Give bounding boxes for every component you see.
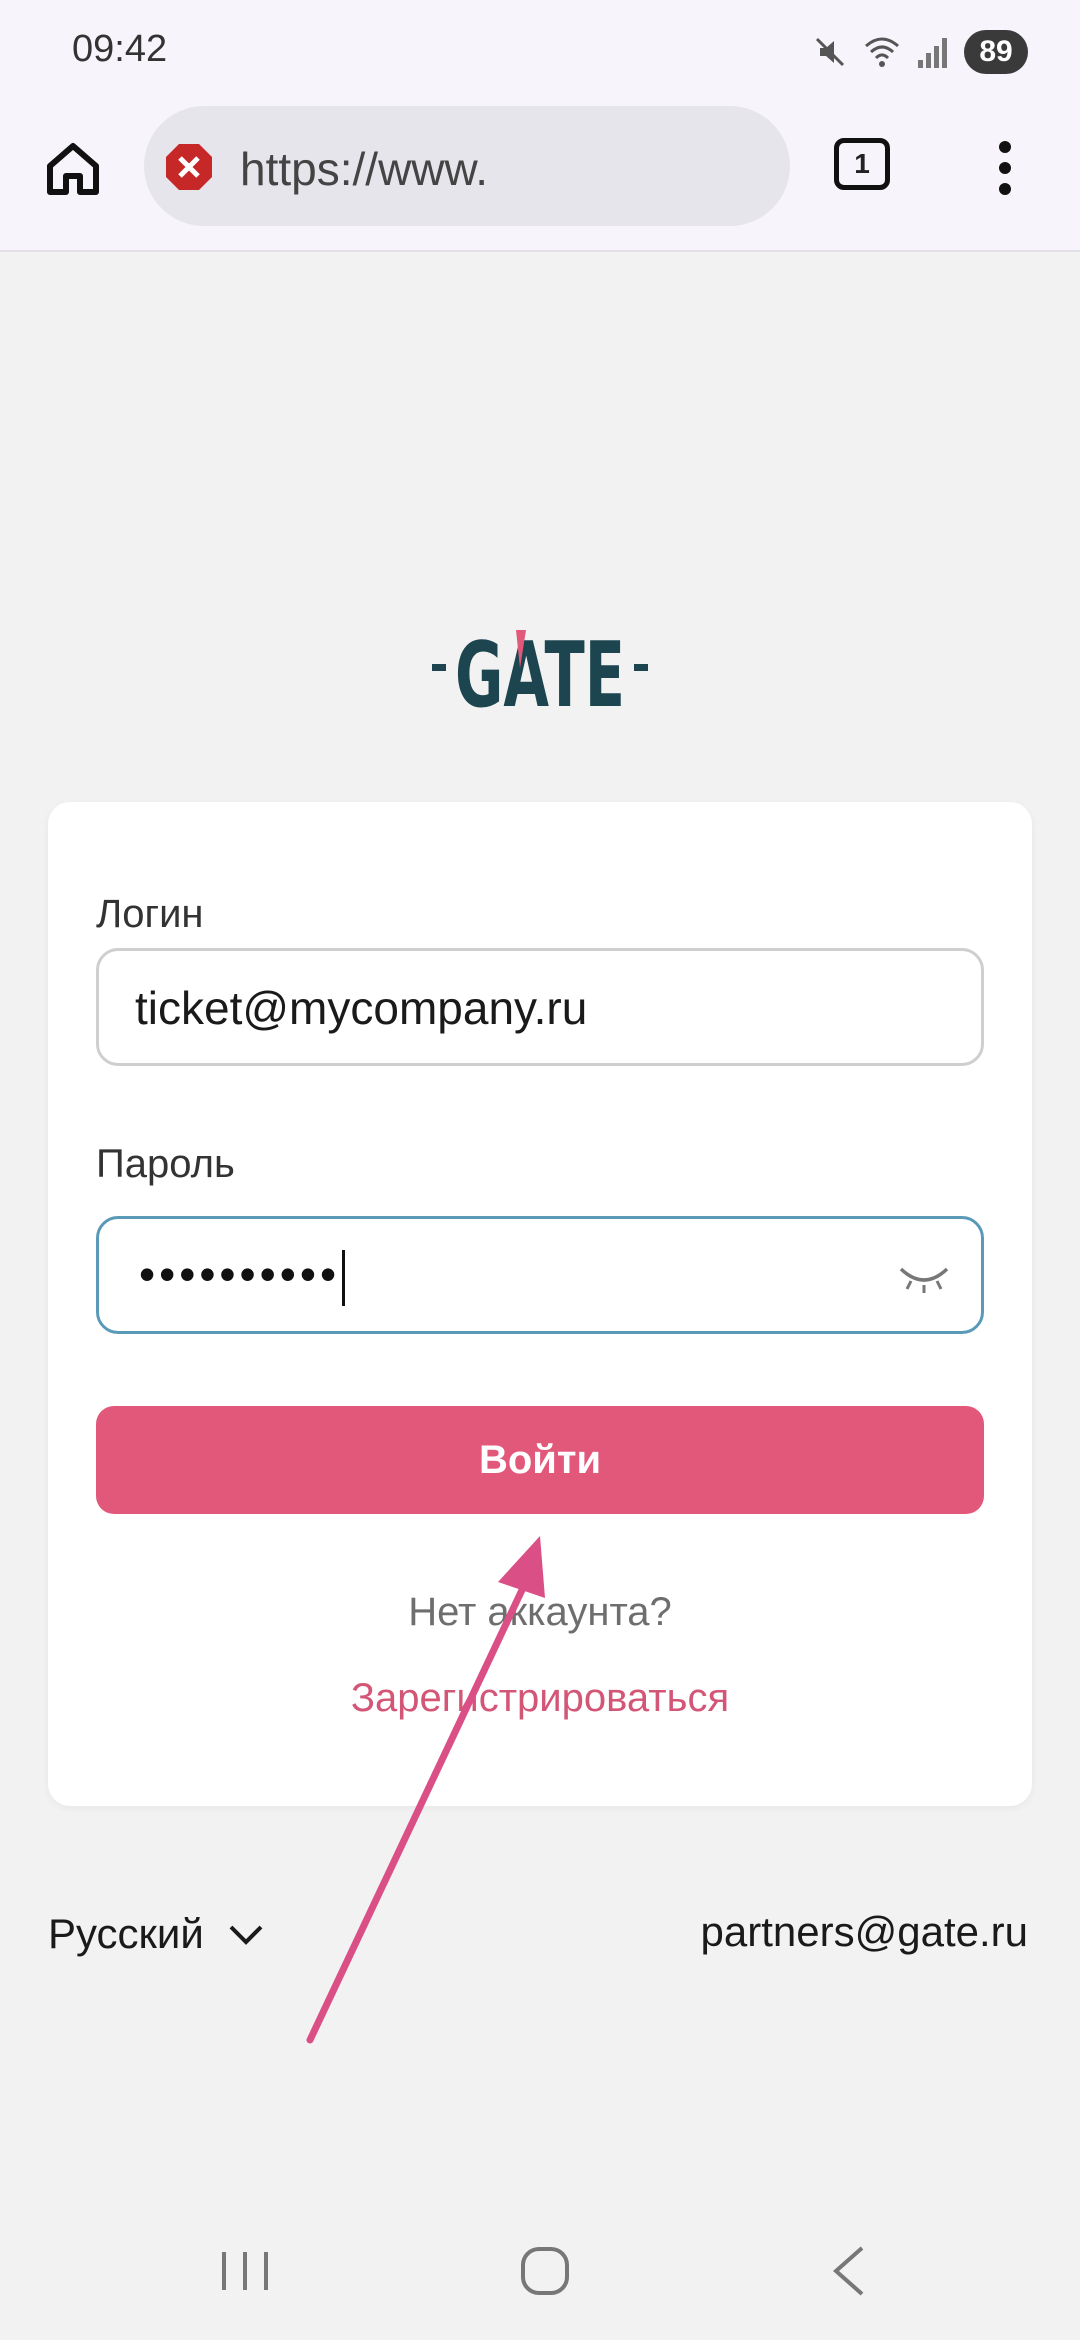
- login-button[interactable]: Войти: [96, 1406, 984, 1514]
- login-value[interactable]: ticket@mycompany.ru: [135, 981, 587, 1035]
- recent-apps-icon[interactable]: [210, 2236, 280, 2306]
- browser-toolbar: https://www. 1: [0, 100, 1080, 250]
- status-bar: 09:42 89: [0, 0, 1080, 100]
- mute-icon: [815, 37, 845, 67]
- home-icon[interactable]: [40, 136, 106, 202]
- login-input[interactable]: ticket@mycompany.ru: [96, 948, 984, 1066]
- url-text[interactable]: https://www.: [240, 142, 488, 196]
- show-password-icon[interactable]: [897, 1257, 951, 1297]
- home-button-icon[interactable]: [510, 2236, 580, 2306]
- password-value[interactable]: ••••••••••: [139, 1247, 346, 1306]
- login-button-label: Войти: [478, 1437, 602, 1482]
- system-nav-bar: [0, 2200, 1080, 2340]
- warning-icon[interactable]: [164, 142, 214, 192]
- wifi-icon: [865, 37, 899, 67]
- chevron-down-icon[interactable]: [226, 1919, 266, 1949]
- password-input[interactable]: ••••••••••: [96, 1216, 984, 1334]
- status-time: 09:42: [72, 28, 168, 70]
- language-value[interactable]: Русский: [48, 1910, 204, 1958]
- register-link[interactable]: Зарегистрироваться: [48, 1676, 1032, 1721]
- language-select[interactable]: Русский: [48, 1904, 266, 1964]
- text-caret: [342, 1249, 346, 1306]
- address-bar[interactable]: https://www.: [144, 106, 790, 226]
- logo-text: GATE: [455, 623, 625, 716]
- partners-email-link[interactable]: partners@gate.ru: [701, 1908, 1028, 1956]
- tab-switcher-button[interactable]: 1: [834, 138, 890, 190]
- browser-chrome: 09:42 89 https://www. 1: [0, 0, 1080, 252]
- more-menu-icon[interactable]: [990, 138, 1020, 198]
- battery-icon: 89: [964, 30, 1028, 74]
- signal-icon: [918, 38, 947, 68]
- tab-count: 1: [854, 148, 870, 179]
- login-card: Логин ticket@mycompany.ru Пароль •••••••…: [48, 802, 1032, 1806]
- login-label: Логин: [96, 892, 204, 936]
- gate-logo: GATE: [432, 623, 648, 716]
- status-icons: 89: [798, 28, 1028, 76]
- no-account-text: Нет аккаунта?: [408, 1590, 672, 1634]
- password-label: Пароль: [96, 1142, 235, 1186]
- back-icon[interactable]: [816, 2236, 886, 2306]
- battery-level: 89: [979, 35, 1013, 68]
